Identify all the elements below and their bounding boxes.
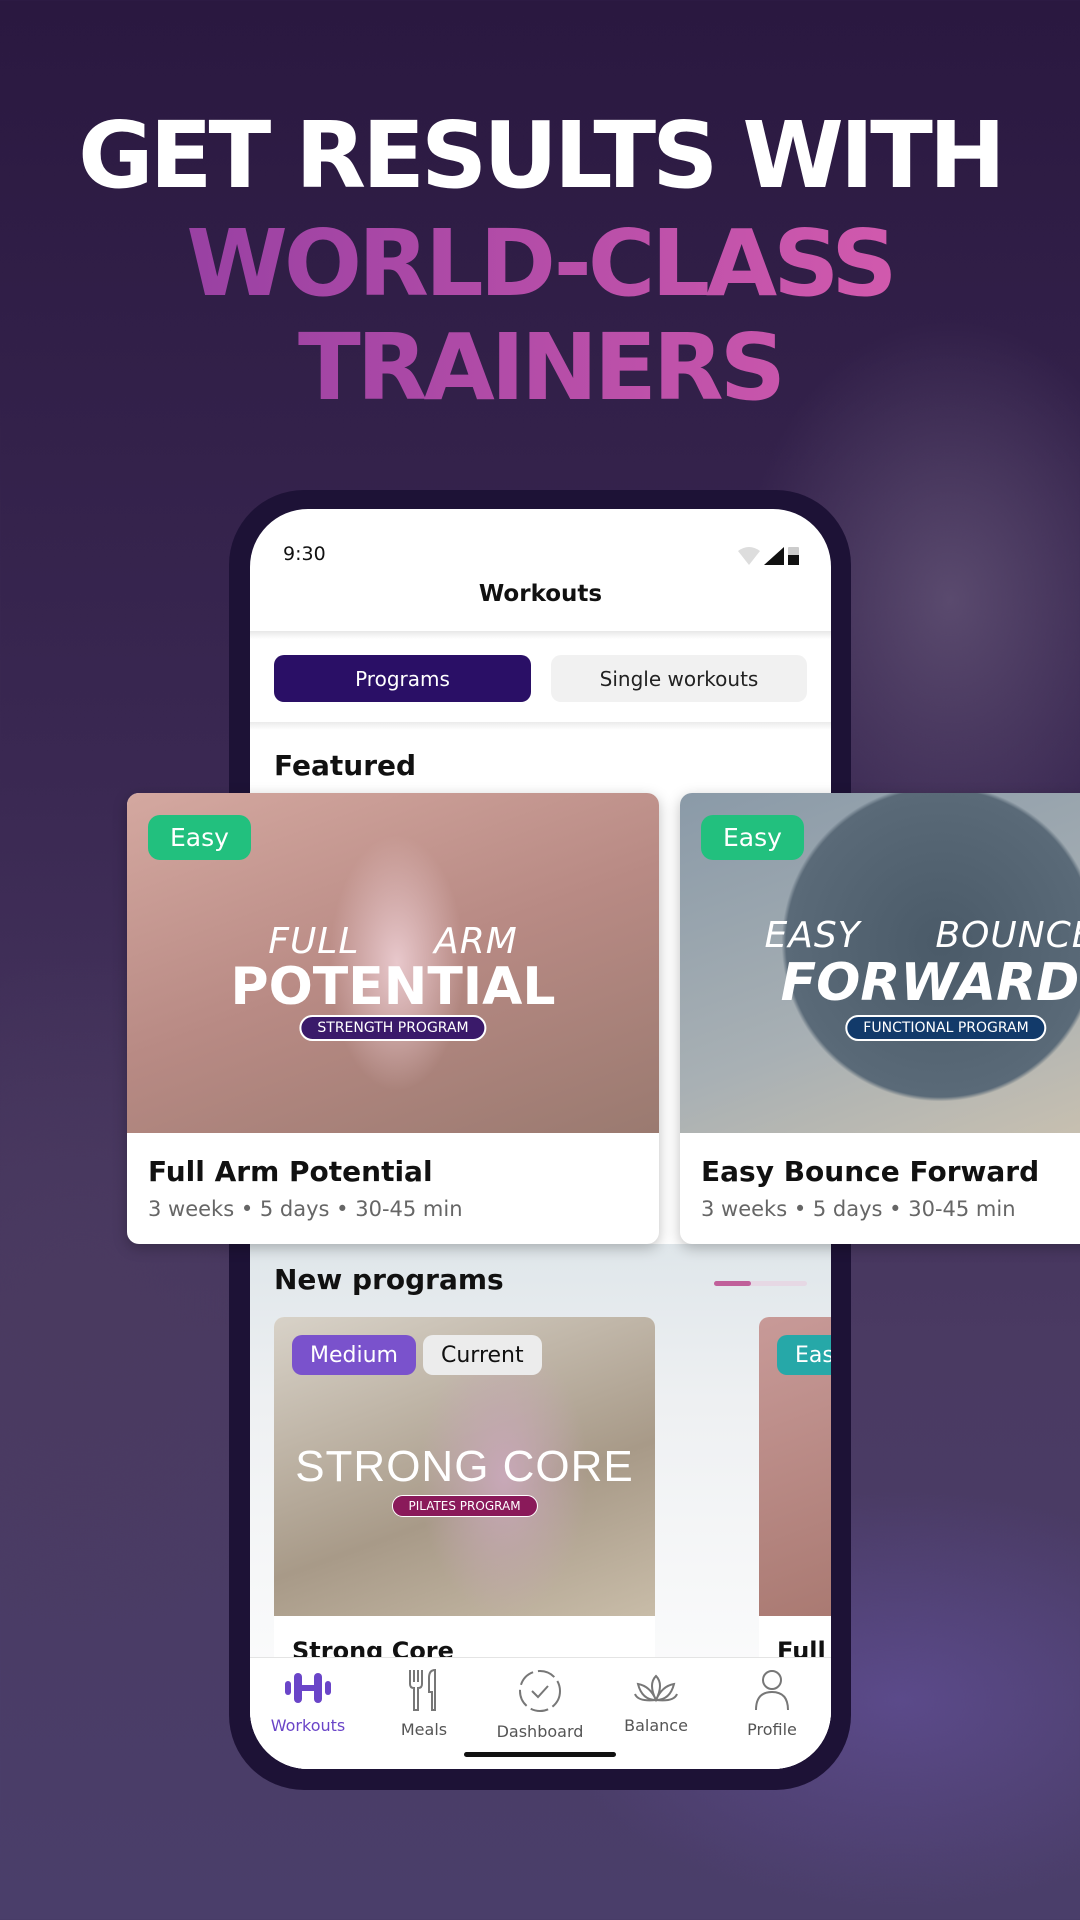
carousel-indicator xyxy=(714,1281,807,1286)
program-meta: 3 weeks • 5 days • 30-45 min xyxy=(701,1197,1016,1221)
program-title: Easy Bounce Forward xyxy=(701,1155,1040,1188)
nav-label: Profile xyxy=(747,1720,797,1739)
nav-dashboard[interactable]: Dashboard xyxy=(482,1668,598,1741)
lotus-icon xyxy=(634,1674,678,1703)
nav-profile[interactable]: Profile xyxy=(714,1668,830,1739)
featured-card-full-arm-potential[interactable]: Easy FULL ARM POTENTIAL STRENGTH PROGRAM… xyxy=(127,793,659,1244)
featured-heading: Featured xyxy=(274,749,417,782)
program-logo-top: FULL ARM xyxy=(268,921,518,962)
program-image: Easy FULL ARM POTENTIAL STRENGTH PROGRAM xyxy=(127,793,659,1133)
nav-label: Meals xyxy=(400,1720,448,1739)
divider xyxy=(250,722,831,730)
featured-card-easy-bounce-forward[interactable]: Easy EASY BOUNCE FORWARD FUNCTIONAL PROG… xyxy=(680,793,1080,1244)
program-image: Eas xyxy=(759,1317,831,1616)
new-programs-heading: New programs xyxy=(274,1263,504,1296)
difficulty-badge: Eas xyxy=(777,1335,831,1375)
tab-programs[interactable]: Programs xyxy=(274,655,531,702)
home-indicator[interactable] xyxy=(464,1752,616,1757)
program-logo-top: EASY BOUNCE xyxy=(764,915,1080,956)
nav-meals[interactable]: Meals xyxy=(366,1668,482,1739)
nav-label: Workouts xyxy=(270,1716,346,1735)
nav-label: Dashboard xyxy=(496,1722,584,1741)
fork-knife-icon xyxy=(409,1668,436,1711)
difficulty-badge: Easy xyxy=(148,815,251,860)
divider xyxy=(250,631,831,639)
wifi-icon xyxy=(738,547,760,565)
dumbbell-icon xyxy=(285,1673,331,1703)
program-image: Medium Current STRONG CORE PILATES PROGR… xyxy=(274,1317,655,1616)
tab-single-workouts[interactable]: Single workouts xyxy=(551,655,807,702)
difficulty-badge: Easy xyxy=(701,815,804,860)
program-tag: STRENGTH PROGRAM xyxy=(299,1015,487,1041)
program-logo: STRONG CORE xyxy=(295,1442,634,1491)
program-tag: FUNCTIONAL PROGRAM xyxy=(845,1015,1047,1041)
program-meta: 3 weeks • 5 days • 30-45 min xyxy=(148,1197,463,1221)
program-title: Full Arm Potential xyxy=(148,1155,433,1188)
current-badge: Current xyxy=(423,1335,542,1375)
nav-workouts[interactable]: Workouts xyxy=(250,1668,366,1735)
nav-balance[interactable]: Balance xyxy=(598,1668,714,1735)
headline-line-2: WORLD-CLASS xyxy=(0,218,1080,310)
signal-icon xyxy=(764,547,784,565)
program-tag: PILATES PROGRAM xyxy=(391,1495,538,1517)
headline-line-3: TRAINERS xyxy=(0,322,1080,414)
page-title: Workouts xyxy=(478,581,603,607)
status-time: 9:30 xyxy=(283,543,326,565)
program-card-full-arm[interactable]: Eas Full A xyxy=(759,1317,831,1677)
program-image: Easy EASY BOUNCE FORWARD FUNCTIONAL PROG… xyxy=(680,793,1080,1133)
dashboard-check-icon xyxy=(519,1670,561,1712)
person-icon xyxy=(755,1670,789,1711)
battery-icon xyxy=(788,547,799,565)
nav-label: Balance xyxy=(624,1716,688,1735)
program-logo: POTENTIAL xyxy=(230,957,556,1017)
program-card-strong-core[interactable]: Medium Current STRONG CORE PILATES PROGR… xyxy=(274,1317,655,1677)
headline-line-1: GET RESULTS WITH xyxy=(78,102,1006,209)
program-logo: FORWARD xyxy=(780,953,1080,1013)
difficulty-badge: Medium xyxy=(292,1335,416,1375)
status-icons xyxy=(738,545,799,565)
